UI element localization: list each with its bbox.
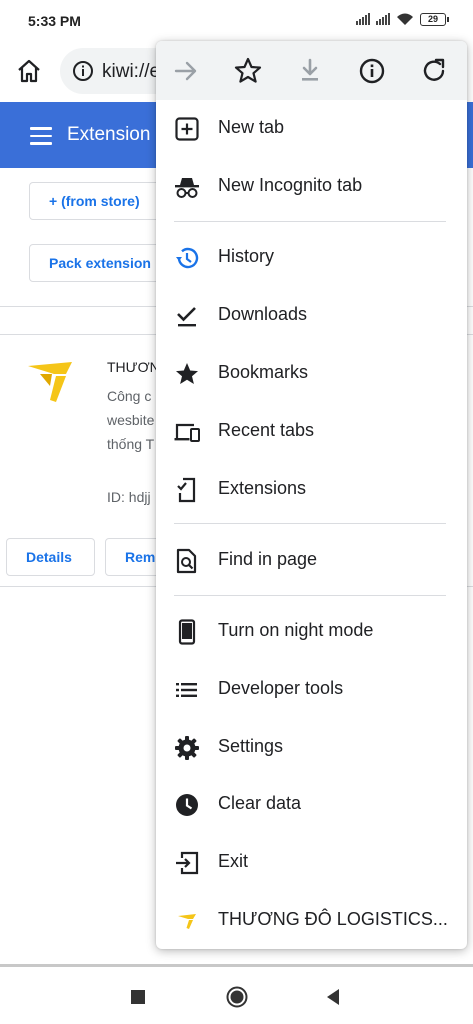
details-button[interactable]: Details xyxy=(6,538,95,576)
extension-logo-icon xyxy=(178,914,196,929)
hamburger-menu-icon[interactable] xyxy=(30,127,52,145)
system-nav-bar xyxy=(0,964,473,1024)
menu-item-downloads[interactable]: Downloads xyxy=(156,291,467,341)
menu-action-bar xyxy=(156,41,467,100)
devices-icon xyxy=(174,423,200,442)
menu-item-extension-shortcut[interactable]: THƯƠNG ĐÔ LOGISTICS... xyxy=(156,896,467,946)
extension-name: THƯƠN xyxy=(107,359,160,375)
bookmark-star-icon[interactable] xyxy=(232,55,264,87)
overflow-menu: New tab New Incognito tab History Downlo… xyxy=(156,41,467,949)
extension-description: thống T xyxy=(107,436,155,452)
status-icons: 29 xyxy=(356,12,449,26)
home-circle-icon[interactable] xyxy=(225,985,249,1009)
menu-item-label: Extensions xyxy=(218,478,307,498)
star-filled-icon xyxy=(176,363,198,384)
wifi-icon xyxy=(397,13,413,25)
menu-item-bookmarks[interactable]: Bookmarks xyxy=(156,349,467,399)
menu-separator xyxy=(174,595,446,596)
menu-item-label: Find in page xyxy=(218,549,318,569)
menu-item-label: Recent tabs xyxy=(218,420,315,440)
menu-item-label: Turn on night mode xyxy=(218,620,374,640)
history-icon xyxy=(176,247,199,269)
menu-item-clear-data[interactable]: Clear data xyxy=(156,780,467,830)
home-icon[interactable] xyxy=(14,56,44,86)
phone-icon xyxy=(178,619,196,645)
status-bar: 5:33 PM 29 xyxy=(0,0,473,40)
menu-item-exit[interactable]: Exit xyxy=(156,838,467,888)
menu-separator xyxy=(174,221,446,222)
menu-item-label: New Incognito tab xyxy=(218,175,363,195)
exit-icon xyxy=(176,851,199,875)
menu-item-extensions[interactable]: Extensions xyxy=(156,465,467,515)
menu-item-new-tab[interactable]: New tab xyxy=(156,104,467,154)
incognito-icon xyxy=(175,178,199,198)
url-text[interactable]: kiwi://e xyxy=(102,61,160,83)
list-icon xyxy=(176,683,197,697)
battery-level: 29 xyxy=(420,12,446,26)
menu-item-label: THƯƠNG ĐÔ LOGISTICS... xyxy=(218,909,448,929)
extension-description: wesbite xyxy=(107,412,155,428)
menu-item-label: History xyxy=(218,246,275,266)
menu-item-recent-tabs[interactable]: Recent tabs xyxy=(156,407,467,457)
signal-icon xyxy=(376,13,390,25)
extension-description: Công c xyxy=(107,388,152,404)
menu-item-label: Bookmarks xyxy=(218,362,309,382)
recents-square-icon[interactable] xyxy=(126,985,150,1009)
battery-icon: 29 xyxy=(420,12,449,26)
back-triangle-icon[interactable] xyxy=(321,985,345,1009)
status-time: 5:33 PM xyxy=(28,13,81,29)
signal-icon xyxy=(356,13,370,25)
menu-item-label: New tab xyxy=(218,117,285,137)
menu-item-night-mode[interactable]: Turn on night mode xyxy=(156,607,467,657)
menu-item-developer-tools[interactable]: Developer tools xyxy=(156,665,467,715)
clock-icon xyxy=(176,794,198,816)
menu-item-label: Clear data xyxy=(218,793,302,813)
menu-item-find-in-page[interactable]: Find in page xyxy=(156,536,467,586)
page-info-icon[interactable] xyxy=(356,55,388,87)
menu-item-label: Exit xyxy=(218,851,249,871)
menu-item-new-incognito-tab[interactable]: New Incognito tab xyxy=(156,162,467,212)
forward-arrow-icon[interactable] xyxy=(170,55,202,87)
menu-item-settings[interactable]: Settings xyxy=(156,723,467,773)
plus-box-icon xyxy=(175,117,199,141)
gear-icon xyxy=(175,736,199,760)
find-in-page-icon xyxy=(176,548,197,574)
downloads-check-icon xyxy=(177,307,196,327)
extensions-icon xyxy=(177,477,196,503)
info-icon[interactable] xyxy=(72,60,94,82)
menu-item-history[interactable]: History xyxy=(156,233,467,283)
page-title: Extension xyxy=(67,124,151,145)
menu-item-label: Settings xyxy=(218,736,284,756)
menu-item-label: Developer tools xyxy=(218,678,344,698)
reload-icon[interactable] xyxy=(418,55,450,87)
menu-item-label: Downloads xyxy=(218,304,308,324)
menu-separator xyxy=(174,523,446,524)
download-icon[interactable] xyxy=(294,55,326,87)
extension-logo-icon xyxy=(28,362,72,402)
extension-id: ID: hdjj xyxy=(107,489,151,505)
